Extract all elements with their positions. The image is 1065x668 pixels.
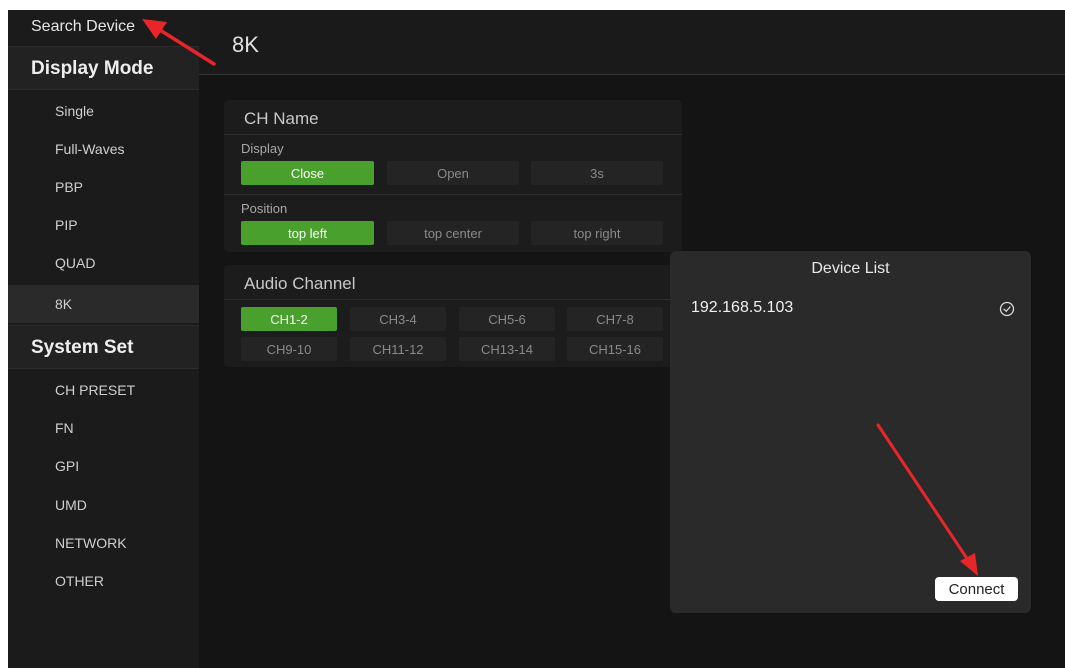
sidebar-item-label: PIP — [55, 217, 78, 233]
sidebar-item-label: QUAD — [55, 255, 96, 271]
sidebar-item-label: FN — [55, 420, 74, 436]
sidebar-item-label: Full-Waves — [55, 141, 125, 157]
sidebar-item-label: OTHER — [55, 573, 104, 589]
page-header: 8K — [199, 10, 1065, 75]
check-circle-icon — [999, 301, 1015, 317]
page-title: 8K — [232, 32, 259, 57]
divider — [224, 134, 682, 135]
device-list-item[interactable]: 192.168.5.103 — [670, 295, 1031, 325]
sidebar-item-label: PBP — [55, 179, 84, 195]
divider — [224, 194, 682, 195]
sidebar-item-label: GPI — [55, 458, 80, 474]
sidebar-item-pip[interactable]: PIP — [8, 206, 199, 244]
display-close-button[interactable]: Close — [241, 161, 374, 185]
search-device-button[interactable]: Search Device — [8, 10, 199, 46]
sidebar-item-quad[interactable]: QUAD — [8, 244, 199, 282]
audio-channel-panel: Audio Channel CH1-2 CH3-4 CH5-6 CH7-8 CH… — [224, 265, 682, 367]
display-open-button[interactable]: Open — [387, 161, 519, 185]
audio-ch13-14-button[interactable]: CH13-14 — [459, 337, 555, 361]
display-3s-button[interactable]: 3s — [531, 161, 663, 185]
sidebar-item-8k[interactable]: 8K — [8, 285, 199, 323]
sidebar-item-other[interactable]: OTHER — [8, 562, 199, 600]
ch-name-title: CH Name — [244, 109, 319, 128]
audio-ch5-6-button[interactable]: CH5-6 — [459, 307, 555, 331]
sidebar: Search Device Display Mode Single Full-W… — [8, 10, 199, 668]
app-window: Search Device Display Mode Single Full-W… — [8, 10, 1065, 668]
display-label: Display — [241, 141, 284, 156]
device-list-dialog: Device List 192.168.5.103 Connect — [670, 251, 1031, 613]
audio-ch3-4-button[interactable]: CH3-4 — [350, 307, 446, 331]
system-set-title: System Set — [31, 337, 134, 358]
sidebar-item-pbp[interactable]: PBP — [8, 168, 199, 206]
section-display-mode: Display Mode — [8, 46, 199, 90]
sidebar-item-ch-preset[interactable]: CH PRESET — [8, 371, 199, 409]
sidebar-item-full-waves[interactable]: Full-Waves — [8, 130, 199, 168]
audio-ch15-16-button[interactable]: CH15-16 — [567, 337, 663, 361]
ch-name-panel: CH Name Display Close Open 3s Position t… — [224, 100, 682, 252]
sidebar-item-network[interactable]: NETWORK — [8, 524, 199, 562]
audio-ch11-12-button[interactable]: CH11-12 — [350, 337, 446, 361]
position-top-left-button[interactable]: top left — [241, 221, 374, 245]
sidebar-item-label: 8K — [55, 296, 73, 312]
display-mode-title: Display Mode — [31, 58, 154, 79]
search-device-label: Search Device — [31, 18, 136, 35]
sidebar-item-gpi[interactable]: GPI — [8, 447, 199, 485]
sidebar-item-fn[interactable]: FN — [8, 409, 199, 447]
device-list-title: Device List — [811, 260, 890, 277]
audio-channel-title: Audio Channel — [244, 274, 356, 293]
position-top-right-button[interactable]: top right — [531, 221, 663, 245]
audio-ch9-10-button[interactable]: CH9-10 — [241, 337, 337, 361]
divider — [224, 299, 682, 300]
audio-ch1-2-button[interactable]: CH1-2 — [241, 307, 337, 331]
connect-button[interactable]: Connect — [935, 577, 1018, 601]
position-label: Position — [241, 201, 288, 216]
device-ip: 192.168.5.103 — [691, 299, 794, 316]
section-system-set: System Set — [8, 325, 199, 369]
audio-ch7-8-button[interactable]: CH7-8 — [567, 307, 663, 331]
sidebar-item-label: CH PRESET — [55, 382, 136, 398]
sidebar-item-label: UMD — [55, 497, 87, 513]
sidebar-item-single[interactable]: Single — [8, 92, 199, 130]
sidebar-item-label: NETWORK — [55, 535, 127, 551]
position-top-center-button[interactable]: top center — [387, 221, 519, 245]
sidebar-item-umd[interactable]: UMD — [8, 486, 199, 524]
sidebar-item-label: Single — [55, 103, 94, 119]
